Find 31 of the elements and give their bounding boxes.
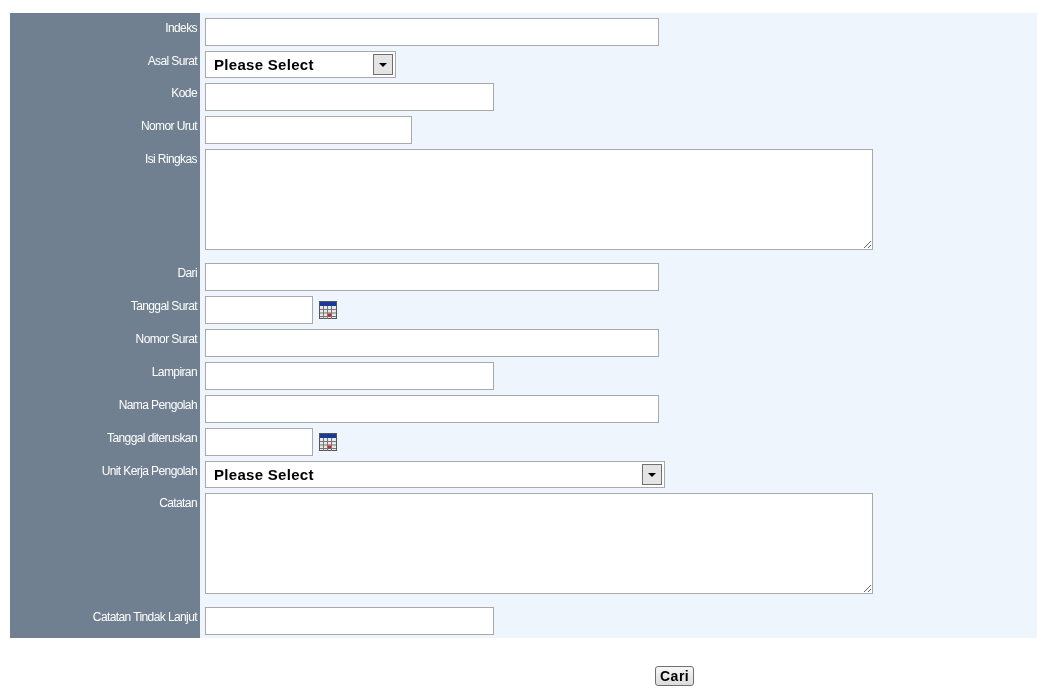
input-field[interactable] (205, 329, 659, 357)
field-label: Dari (177, 265, 198, 280)
field-label: Indeks (165, 20, 198, 35)
calendar-icon[interactable] (319, 301, 337, 319)
field-label: Catatan (159, 495, 198, 510)
field-label: Isi Ringkas (144, 151, 198, 166)
field-label: Nomor Urut (141, 118, 199, 133)
input-field[interactable] (205, 18, 659, 46)
field-label: Nomor Surat (135, 331, 199, 346)
input-field[interactable] (205, 263, 659, 291)
calendar-icon[interactable] (319, 433, 337, 451)
field-label: Unit Kerja Pengolah (101, 463, 198, 478)
date-field[interactable] (205, 428, 313, 456)
field-label: Tanggal Surat (130, 298, 199, 313)
search-button[interactable]: Cari (655, 666, 695, 686)
input-field[interactable] (205, 116, 412, 144)
text-area[interactable] (205, 149, 873, 250)
field-label: Catatan Tindak Lanjut (92, 609, 199, 624)
text-area[interactable] (205, 493, 873, 594)
dropdown[interactable]: Please Select (205, 461, 665, 488)
field-label: Asal Surat (147, 53, 199, 68)
input-field[interactable] (205, 395, 659, 423)
input-field[interactable] (205, 362, 494, 390)
input-field[interactable] (205, 83, 494, 111)
field-label: Kode (171, 85, 198, 100)
field-label: Tanggal diteruskan (107, 430, 198, 445)
date-field[interactable] (205, 296, 313, 324)
dropdown[interactable]: Please Select (205, 51, 396, 78)
field-label: Nama Pengolah (118, 397, 198, 412)
field-label: Lampiran (151, 364, 198, 379)
input-field[interactable] (205, 607, 494, 635)
